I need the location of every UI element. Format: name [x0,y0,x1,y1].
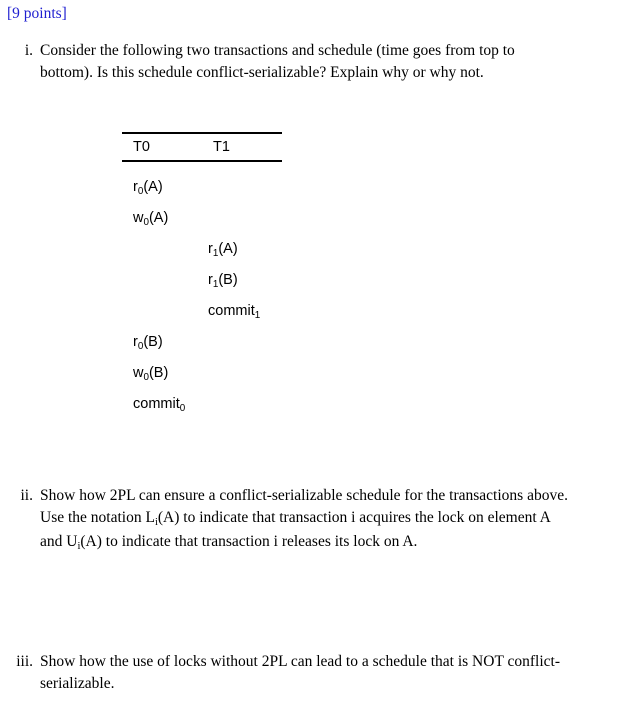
unlock-notation-suffix: (A) to indicate that transaction i relea… [80,533,418,550]
question-iii-line-2: serializable. [40,675,115,692]
op-arg: (A) [218,241,238,257]
op-name: commit [208,303,255,319]
op-arg: (B) [143,334,163,350]
question-i-line-2: bottom). Is this schedule conflict-seria… [40,64,484,81]
op-arg: (A) [143,179,163,195]
question-item-i: i. Consider the following two transactio… [7,40,607,84]
schedule-op: r0(B) [133,333,163,353]
op-name: commit [133,396,180,412]
lock-notation-prefix: Use the notation L [40,509,155,526]
question-item-iii: iii. Show how the use of locks without 2… [7,651,622,695]
column-header-t0: T0 [133,139,150,155]
question-body-ii: Show how 2PL can ensure a conflict-seria… [40,485,620,555]
op-subscript: 0 [143,371,149,383]
column-header-t1: T1 [213,139,230,155]
schedule-op: commit0 [133,395,185,415]
schedule-op: w0(B) [133,364,168,384]
op-subscript: 0 [179,402,186,414]
schedule-op: r0(A) [133,178,163,198]
table-header-rule [122,160,282,162]
answer-space-ii [0,560,629,645]
answer-space-i [0,440,629,480]
question-marker-iii: iii. [16,653,33,670]
op-subscript: 0 [137,340,144,352]
unlock-notation-subscript: i [77,540,81,552]
op-subscript: 0 [143,216,149,228]
unlock-notation-prefix: and U [40,533,78,550]
op-arg: (B) [148,365,169,381]
schedule-op: w0(A) [133,209,168,229]
schedule-op: commit1 [208,302,260,322]
points-label: [9 points] [7,5,67,22]
table-body: r0(A) w0(A) r1(A) r1(B) commit1 r0(B) w0… [122,178,282,430]
lock-notation-subscript: i [154,516,158,528]
op-subscript: 1 [254,309,261,321]
question-body-i: Consider the following two transactions … [40,40,597,84]
question-ii-line-3: and Ui(A) to indicate that transaction i… [40,531,620,555]
op-arg: (A) [148,210,169,226]
question-marker-i: i. [24,42,33,59]
schedule-op: r1(B) [208,271,238,291]
answer-space-iii [0,698,629,711]
op-name: w [133,365,144,381]
op-arg: (B) [218,272,238,288]
question-marker-ii: ii. [20,487,34,504]
op-name: w [133,210,144,226]
transaction-schedule-table: T0 T1 r0(A) w0(A) r1(A) r1(B) commit1 r0… [122,132,282,430]
question-iii-line-1: Show how the use of locks without 2PL ca… [40,653,561,670]
op-subscript: 1 [212,278,219,290]
schedule-op: r1(A) [208,240,238,260]
lock-notation-suffix: (A) to indicate that transaction i acqui… [157,509,551,526]
op-subscript: 0 [137,185,144,197]
table-header-row: T0 T1 [122,134,282,160]
question-ii-line-2: Use the notation Li(A) to indicate that … [40,507,620,531]
question-item-ii: ii. Show how 2PL can ensure a conflict-s… [7,485,622,555]
question-body-iii: Show how the use of locks without 2PL ca… [40,651,620,695]
op-subscript: 1 [212,247,219,259]
question-i-line-1: Consider the following two transactions … [40,42,515,59]
question-ii-line-1: Show how 2PL can ensure a conflict-seria… [40,487,568,504]
